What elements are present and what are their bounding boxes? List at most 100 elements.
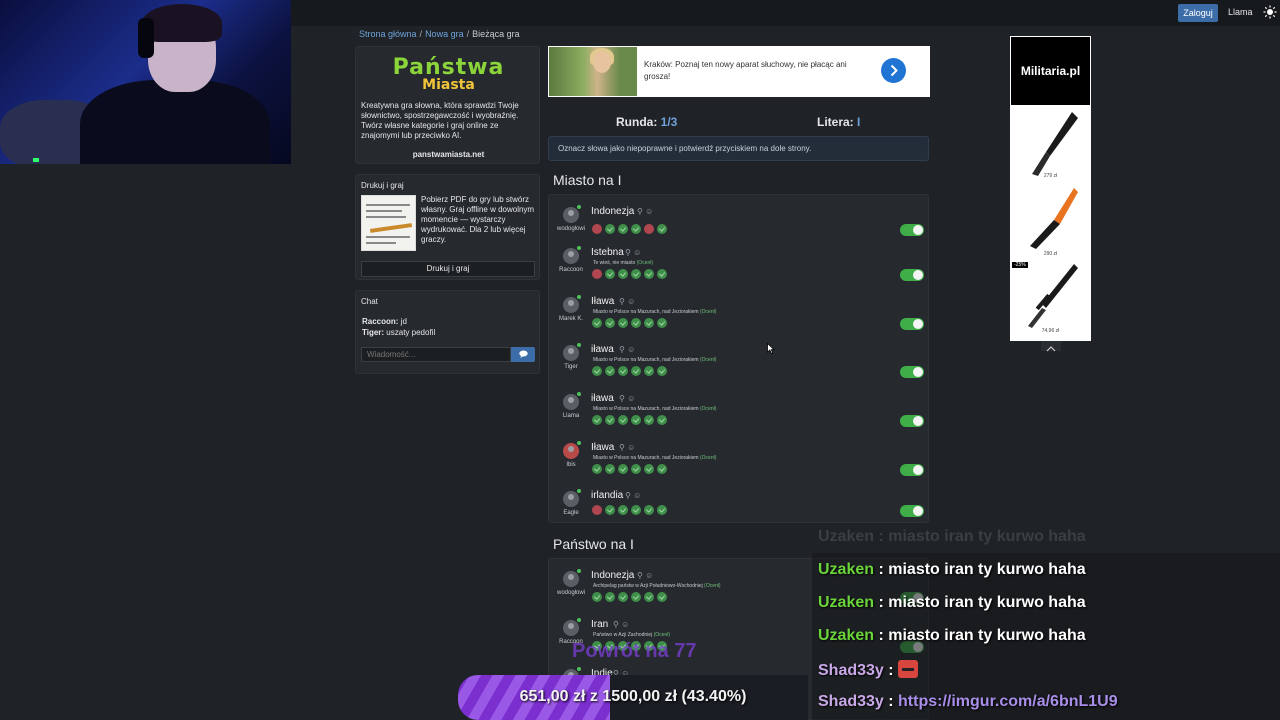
vote-accept-icon [644,415,654,425]
site-url[interactable]: panstwamiasta.net [356,150,541,159]
ad-arrow-button[interactable] [881,58,906,83]
search-icon[interactable]: ⚲ [619,297,625,306]
robot-icon[interactable]: ☺ [633,491,641,500]
search-icon[interactable]: ⚲ [625,248,631,257]
chat-send-button[interactable] [511,347,535,362]
online-status-dot [577,667,581,671]
stream-chat-text: : miasto iran ty kurwo haha [874,594,1086,611]
vote-accept-icon [605,224,615,234]
answer-note: Państwo w Azji Zachodniej (Ocenł) [593,632,670,638]
search-icon[interactable]: ⚲ [637,571,643,580]
accept-toggle[interactable] [900,366,924,378]
vote-reject-icon [592,269,602,279]
print-card-title: Drukuj i graj [361,181,404,190]
note-source-link[interactable]: (Ocenł) [700,455,716,461]
accept-toggle[interactable] [900,318,924,330]
stream-chat-text: : miasto iran ty kurwo haha [874,561,1086,578]
robot-icon[interactable]: ☺ [621,620,629,629]
robot-icon[interactable]: ☺ [627,345,635,354]
answer-row: Raccoon Istebna ⚲ ☺ Te wieś, nie miasto (Oc… [549,240,930,288]
ad-banner-text: Kraków: Poznaj ten nowy aparat słuchowy,… [644,60,847,81]
chat-message: Tiger: uszaty pedofil [362,328,435,337]
vote-accept-icon [592,592,602,602]
vote-accept-icon [657,505,667,515]
accept-toggle[interactable] [900,464,924,476]
breadcrumb-new-game[interactable]: Nowa gra [425,29,464,39]
ad-price: 290 zł [1043,251,1058,257]
stream-chat-line: Uzaken : miasto iran ty kurwo haha [818,594,1086,612]
player-name: Marek K. [558,316,583,322]
answer-actions: ⚲ ☺ [619,297,635,306]
round-indicator: Runda: 1/3 [616,115,677,129]
note-text: Miasto w Polsce na Mazurach, nad Jeziora… [593,357,699,363]
logo-subtitle[interactable]: Miasta [356,77,541,93]
vote-accept-icon [644,464,654,474]
note-source-link[interactable]: (Ocenł) [637,260,653,266]
search-icon[interactable]: ⚲ [613,620,619,629]
side-ad[interactable]: Militaria.pl 279 zł 290 zł -25% 74,96 zł [1010,36,1091,341]
search-icon[interactable]: ⚲ [625,491,631,500]
ad-banner[interactable]: Kraków: Poznaj ten nowy aparat słuchowy,… [548,46,930,97]
ad-collapse-button[interactable] [1041,341,1061,352]
vote-dots [592,366,667,376]
vote-accept-icon [605,592,615,602]
print-card: Drukuj i graj Pobierz PDF do gry lub stw… [355,174,540,280]
stream-chat-line: Uzaken : miasto iran ty kurwo haha [818,561,1086,579]
note-source-link[interactable]: (Ocenł) [700,357,716,363]
note-source-link[interactable]: (Ocenł) [700,406,716,412]
search-icon[interactable]: ⚲ [637,207,643,216]
search-icon[interactable]: ⚲ [619,345,625,354]
robot-icon[interactable]: ☺ [627,443,635,452]
vote-accept-icon [605,505,615,515]
note-source-link[interactable]: (Ocenł) [654,632,670,638]
print-and-play-button[interactable]: Drukuj i graj [361,261,535,277]
answer-word: Iława [591,442,615,453]
note-text: Miasto w Polsce na Mazurach, nad Jeziora… [593,406,699,412]
chat-message-input[interactable]: Wiadomość... [361,347,511,362]
search-icon[interactable]: ⚲ [619,394,625,403]
player-name: Tiger [564,364,578,370]
answer-note: Miasto w Polsce na Mazurach, nad Jeziora… [593,357,716,363]
robot-icon[interactable]: ☺ [633,248,641,257]
online-status-dot [577,246,581,250]
vote-dots [592,464,667,474]
avatar [563,443,579,459]
stream-chat-link[interactable]: https://imgur.com/a/6bnL1U9 [898,693,1118,710]
answer-row: Ibis Iława ⚲ ☺ Miasto w Polsce na Mazurach,… [549,435,930,483]
robot-icon[interactable]: ☺ [645,207,653,216]
online-status-dot [577,295,581,299]
answer-note: Miasto w Polsce na Mazurach, nad Jeziora… [593,455,716,461]
chat-message-text: uszaty pedofil [384,328,436,337]
robot-icon[interactable]: ☺ [627,297,635,306]
online-status-dot [577,392,581,396]
avatar [563,345,579,361]
accept-toggle[interactable] [900,224,924,236]
note-source-link[interactable]: (Ocenł) [700,309,716,315]
stream-chat-nick: Uzaken [818,594,875,611]
stream-chat-text: : miasto iran ty kurwo haha [874,627,1086,644]
sun-icon[interactable] [1263,5,1277,19]
breadcrumb-home[interactable]: Strona główna [359,29,417,39]
search-icon[interactable]: ⚲ [619,443,625,452]
logo-card: Państwa Miasta Kreatywna gra słowna, któ… [355,46,540,164]
chat-message-text: jd [398,317,407,326]
accept-toggle[interactable] [900,505,924,517]
stream-chat-line: Uzaken : miasto iran ty kurwo haha [818,627,1086,645]
robot-icon[interactable]: ☺ [645,571,653,580]
vote-reject-icon [592,224,602,234]
print-thumbnail [361,195,416,251]
note-source-link[interactable]: (Ocenł) [704,583,720,589]
breadcrumb-current: Bieżąca gra [472,29,520,39]
user-menu[interactable]: Llama [1228,7,1253,17]
avatar [563,571,579,587]
answer-row: Llama iława ⚲ ☺ Miasto w Polsce na Mazurach… [549,386,930,434]
login-button[interactable]: Zaloguj [1178,4,1218,22]
note-text: Państwo w Azji Zachodniej [593,632,653,638]
robot-icon[interactable]: ☺ [627,394,635,403]
online-status-dot [577,441,581,445]
vote-accept-icon [631,415,641,425]
knife-image [1030,188,1078,249]
accept-toggle[interactable] [900,269,924,281]
vote-accept-icon [644,269,654,279]
accept-toggle[interactable] [900,415,924,427]
